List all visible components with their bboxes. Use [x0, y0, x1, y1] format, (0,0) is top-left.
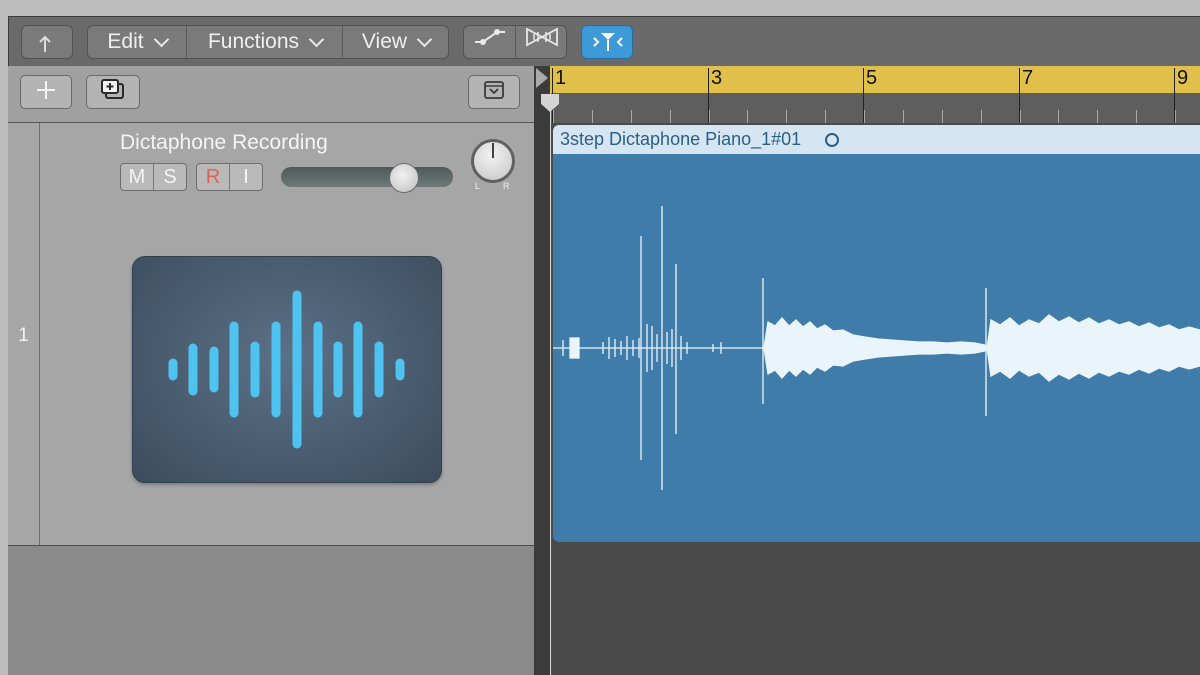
ruler-tick [1136, 110, 1137, 123]
ruler-tick [592, 110, 593, 123]
ruler-tick [709, 110, 710, 123]
view-menu[interactable]: View [342, 26, 449, 58]
catch-playhead-button[interactable] [581, 25, 633, 59]
control-bar: Edit Functions View [8, 16, 1200, 67]
flex-button[interactable] [515, 26, 567, 58]
region-header[interactable]: 3step Dictaphone Piano_1#01 [553, 125, 1200, 154]
edit-menu[interactable]: Edit [88, 26, 186, 58]
ruler-tick [1097, 110, 1098, 123]
ruler-tick [981, 110, 982, 123]
duplicate-track-button[interactable] [86, 75, 140, 109]
automation-flex-group [463, 25, 567, 59]
ruler-tick [903, 110, 904, 123]
ruler-tick [631, 110, 632, 123]
window-frame-left [0, 16, 8, 675]
duplicate-track-icon [99, 78, 127, 107]
view-menu-label: View [361, 30, 408, 53]
functions-menu[interactable]: Functions [186, 26, 343, 58]
ruler-tick [1175, 110, 1176, 123]
ruler-tick [553, 110, 554, 123]
solo-button[interactable]: S [153, 164, 186, 190]
waveform-icon [168, 290, 405, 449]
loop-circle-icon [825, 133, 839, 147]
input-monitor-button[interactable]: I [229, 164, 262, 190]
bar-number: 9 [1177, 67, 1189, 89]
bar-number: 7 [1022, 67, 1034, 89]
back-arrow-icon [36, 32, 60, 64]
add-track-button[interactable] [20, 75, 72, 109]
bar-number: 1 [555, 67, 567, 89]
ruler[interactable] [550, 93, 1200, 123]
region-waveform [553, 206, 1200, 490]
automation-curve-icon [472, 26, 508, 58]
pan-knob-indicator [492, 143, 494, 158]
chevron-down-icon [416, 31, 433, 47]
back-button[interactable] [21, 25, 73, 59]
track-icon[interactable] [132, 256, 442, 483]
edit-menu-label: Edit [107, 30, 144, 53]
region-name: 3step Dictaphone Piano_1#01 [560, 129, 802, 149]
playhead[interactable] [550, 93, 551, 675]
pane-separator[interactable] [534, 66, 550, 675]
ruler-tick [1058, 110, 1059, 123]
mute-button[interactable]: M [121, 164, 153, 190]
record-input-group: R I [196, 163, 263, 191]
pan-right-label: R [503, 181, 510, 191]
track-list-empty-area [8, 546, 534, 675]
track-header[interactable]: 1 Dictaphone Recording M S R I L R [8, 123, 534, 546]
functions-menu-label: Functions [207, 30, 300, 53]
chevron-down-icon [153, 31, 169, 47]
automation-button[interactable] [464, 26, 515, 58]
flex-time-icon [524, 26, 560, 58]
ruler-tick [747, 110, 748, 123]
bar-number: 5 [866, 67, 878, 89]
ruler-tick [825, 110, 826, 123]
volume-slider[interactable] [281, 167, 453, 187]
disclosure-arrow-icon[interactable] [536, 68, 548, 88]
volume-slider-knob[interactable] [389, 163, 419, 193]
ruler-tick [942, 110, 943, 123]
ruler-tick [1020, 110, 1021, 123]
menu-button-group: Edit Functions View [87, 25, 449, 59]
track-list-header [8, 66, 534, 123]
window-frame-top [0, 0, 1200, 16]
ruler-tick [786, 110, 787, 123]
record-enable-button[interactable]: R [197, 164, 229, 190]
track-number: 1 [18, 325, 29, 346]
pan-left-label: L [475, 181, 481, 191]
ruler-tick [670, 110, 671, 123]
catch-playhead-icon [591, 30, 625, 64]
bar-number: 3 [711, 67, 723, 89]
track-name[interactable]: Dictaphone Recording [120, 131, 328, 155]
plus-icon [35, 79, 57, 106]
global-tracks-button[interactable] [468, 75, 520, 109]
audio-region[interactable]: 3step Dictaphone Piano_1#01 [553, 125, 1200, 542]
chevron-box-icon [483, 79, 505, 106]
mute-solo-group: M S [120, 163, 187, 191]
ruler-tick [864, 110, 865, 123]
chevron-down-icon [308, 31, 325, 47]
